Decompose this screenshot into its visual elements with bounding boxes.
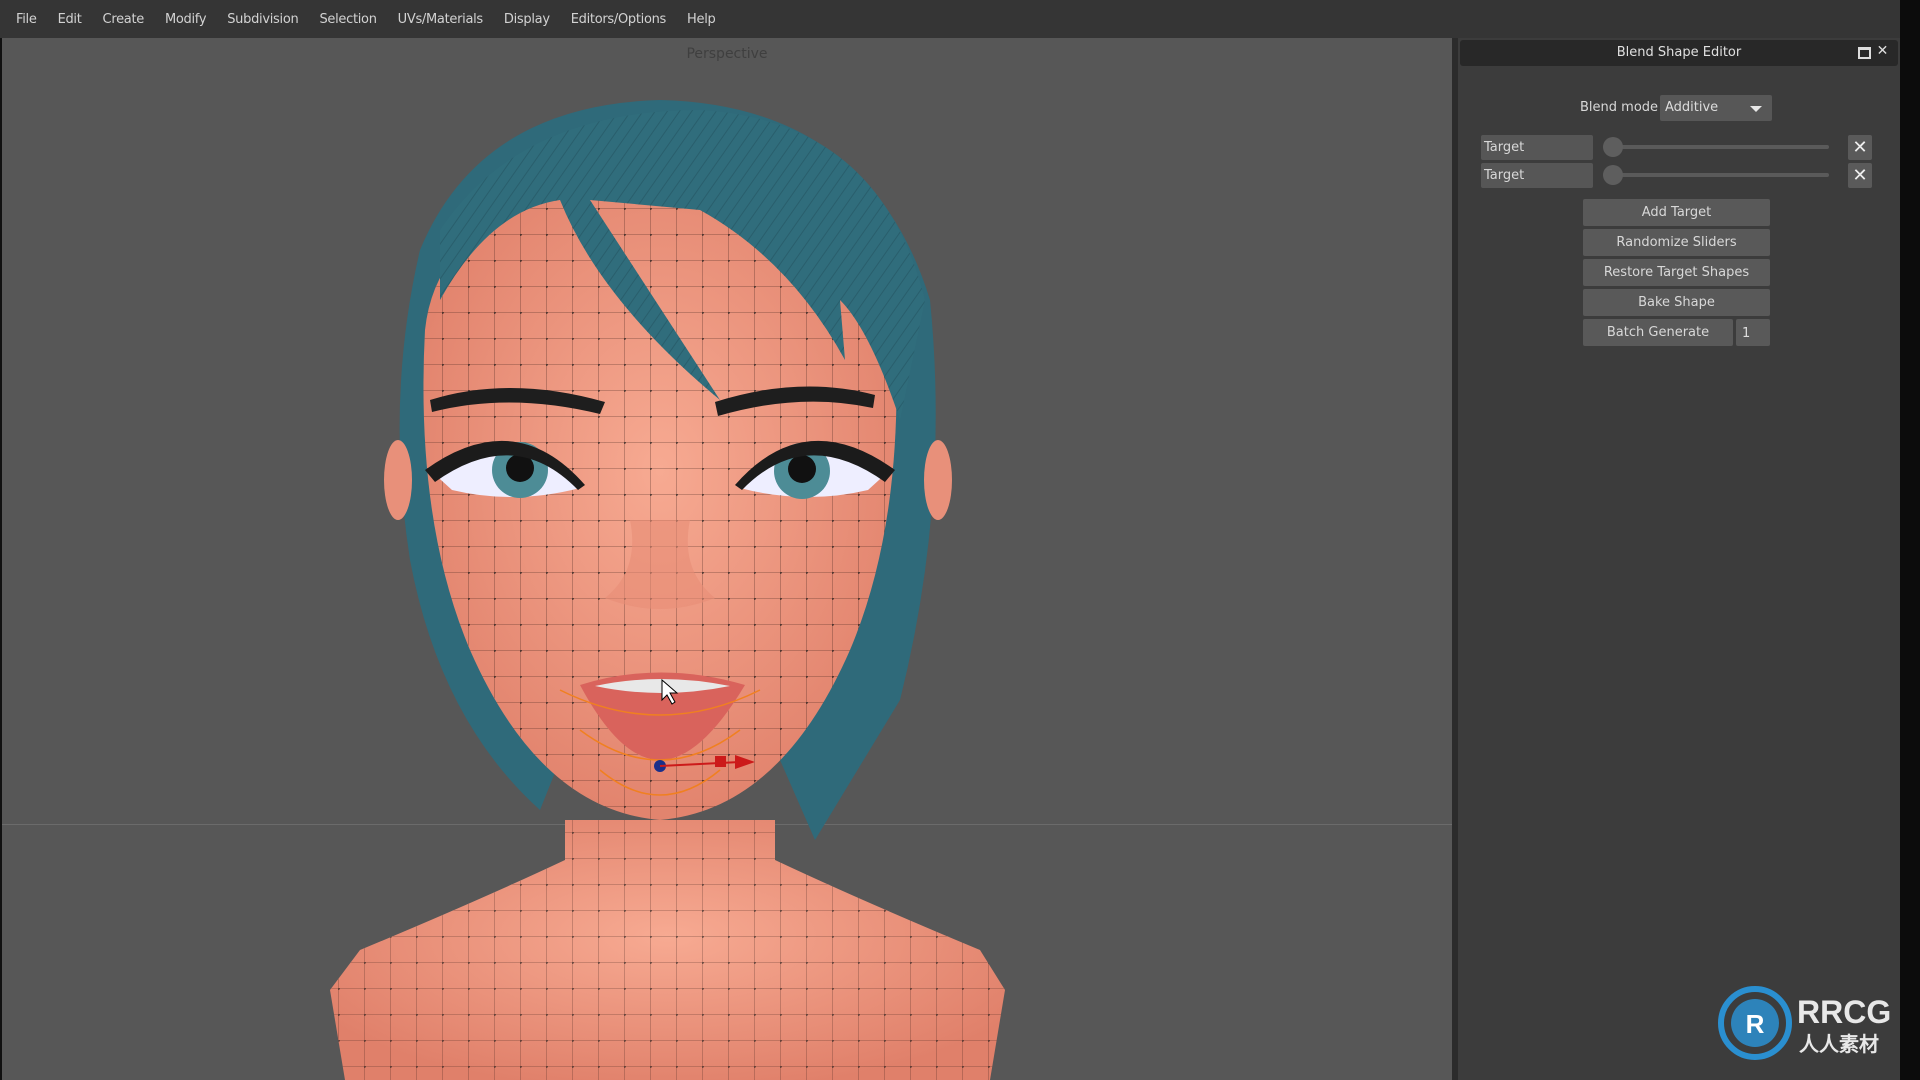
menu-create[interactable]: Create bbox=[103, 12, 145, 27]
close-icon[interactable]: ✕ bbox=[1876, 44, 1889, 58]
target-weight-slider[interactable] bbox=[1603, 173, 1829, 177]
target-weight-slider[interactable] bbox=[1603, 145, 1829, 149]
menu-bar: File Edit Create Modify Subdivision Sele… bbox=[0, 0, 1920, 38]
menu-display[interactable]: Display bbox=[504, 12, 550, 27]
target-name-field[interactable]: Target bbox=[1481, 135, 1593, 160]
chevron-down-icon bbox=[1750, 106, 1762, 112]
batch-generate-button[interactable]: Batch Generate bbox=[1583, 319, 1733, 346]
restore-target-shapes-button[interactable]: Restore Target Shapes bbox=[1583, 259, 1770, 286]
panel-title-bar: Blend Shape Editor ✕ bbox=[1460, 40, 1898, 66]
rrcg-watermark-logo: R RRCG 人人素材 bbox=[1718, 986, 1891, 1060]
viewport-title: Perspective bbox=[686, 46, 768, 62]
shoulders bbox=[330, 820, 1005, 1080]
3d-head-model[interactable] bbox=[2, 38, 1452, 1080]
slider-handle[interactable] bbox=[1603, 137, 1623, 157]
perspective-viewport[interactable]: Perspective bbox=[2, 38, 1452, 1080]
target-row: Target ✕ bbox=[1481, 163, 1881, 188]
randomize-sliders-button[interactable]: Randomize Sliders bbox=[1583, 229, 1770, 256]
menu-uvs-materials[interactable]: UVs/Materials bbox=[398, 12, 484, 27]
svg-text:人人素材: 人人素材 bbox=[1799, 1032, 1879, 1056]
add-target-button[interactable]: Add Target bbox=[1583, 199, 1770, 226]
batch-count-input[interactable]: 1 bbox=[1736, 319, 1770, 346]
menu-help[interactable]: Help bbox=[687, 12, 716, 27]
svg-text:R: R bbox=[1746, 1009, 1765, 1039]
screen-edge bbox=[1900, 0, 1920, 1080]
menu-edit[interactable]: Edit bbox=[58, 12, 82, 27]
remove-target-button[interactable]: ✕ bbox=[1848, 163, 1872, 188]
svg-text:RRCG: RRCG bbox=[1797, 994, 1891, 1030]
target-name-field[interactable]: Target bbox=[1481, 163, 1593, 188]
slider-handle[interactable] bbox=[1603, 165, 1623, 185]
menu-file[interactable]: File bbox=[16, 12, 37, 27]
menu-subdivision[interactable]: Subdivision bbox=[227, 12, 299, 27]
blend-mode-label: Blend mode bbox=[1580, 100, 1659, 115]
remove-target-button[interactable]: ✕ bbox=[1848, 135, 1872, 160]
blend-shape-editor-panel: Blend Shape Editor ✕ Blend mode Additive… bbox=[1458, 38, 1900, 1080]
menu-selection[interactable]: Selection bbox=[319, 12, 377, 27]
blend-mode-value: Additive bbox=[1665, 100, 1719, 115]
maximize-icon[interactable] bbox=[1858, 47, 1871, 59]
panel-title: Blend Shape Editor bbox=[1616, 45, 1742, 60]
menu-editors-options[interactable]: Editors/Options bbox=[571, 12, 667, 27]
target-row: Target ✕ bbox=[1481, 135, 1881, 160]
close-icon: ✕ bbox=[1852, 137, 1868, 158]
close-icon: ✕ bbox=[1852, 165, 1868, 186]
blend-mode-dropdown[interactable]: Additive bbox=[1660, 95, 1772, 121]
bake-shape-button[interactable]: Bake Shape bbox=[1583, 289, 1770, 316]
menu-modify[interactable]: Modify bbox=[165, 12, 207, 27]
